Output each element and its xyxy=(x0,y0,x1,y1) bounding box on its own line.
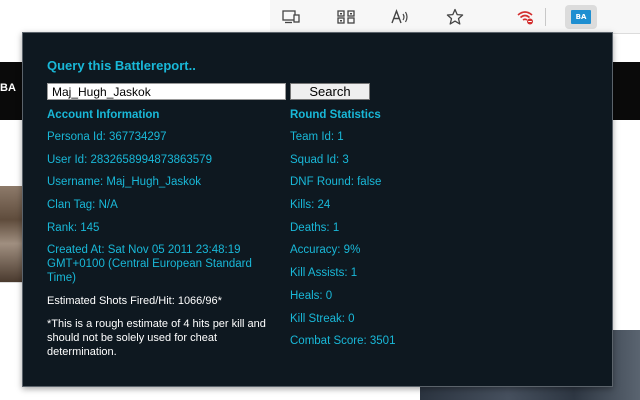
round-statistics-heading: Round Statistics xyxy=(290,109,381,121)
heals: Heals: 0 xyxy=(290,289,333,302)
battlereport-extension-icon[interactable]: BA xyxy=(565,5,597,29)
squad-id: Squad Id: 3 xyxy=(290,153,349,166)
dnf-round: DNF Round: false xyxy=(290,176,382,189)
deaths: Deaths: 1 xyxy=(290,221,340,234)
created-at: Created At: Sat Nov 05 2011 23:48:19 GMT… xyxy=(47,244,252,285)
kill-assists: Kill Assists: 1 xyxy=(290,267,358,280)
read-aloud-icon[interactable] xyxy=(387,5,413,29)
qr-code-icon[interactable] xyxy=(333,5,359,29)
cast-icon[interactable] xyxy=(278,5,304,29)
wifi-extension-icon[interactable] xyxy=(512,5,538,29)
toolbar-divider xyxy=(545,8,546,26)
kills: Kills: 24 xyxy=(290,199,331,212)
background-image-left xyxy=(0,186,22,282)
extension-badge: BA xyxy=(571,10,591,24)
persona-id: Persona Id: 367734297 xyxy=(47,131,167,143)
background-divider xyxy=(0,282,22,283)
estimated-shots: Estimated Shots Fired/Hit: 1066/96* xyxy=(47,295,222,308)
battlereport-popup: Query this Battlereport.. Search Account… xyxy=(22,32,613,387)
user-id: User Id: 2832658994873863579 xyxy=(47,153,212,166)
team-id: Team Id: 1 xyxy=(290,131,344,143)
account-information-column: Account Information Persona Id: 36773429… xyxy=(47,108,287,368)
account-information-heading: Account Information xyxy=(47,109,160,121)
search-input[interactable] xyxy=(47,83,286,100)
background-nav-fragment: BA xyxy=(0,82,16,94)
rank: Rank: 145 xyxy=(47,221,100,234)
username: Username: Maj_Hugh_Jaskok xyxy=(47,176,202,189)
round-statistics-column: Round Statistics Team Id: 1 Squad Id: 3 … xyxy=(290,108,590,357)
kill-streak: Kill Streak: 0 xyxy=(290,312,355,325)
clan-tag: Clan Tag: N/A xyxy=(47,199,118,212)
search-button[interactable]: Search xyxy=(290,83,370,100)
accuracy: Accuracy: 9% xyxy=(290,244,361,257)
favorite-star-icon[interactable] xyxy=(442,5,468,29)
browser-toolbar: BA xyxy=(0,0,640,34)
combat-score: Combat Score: 3501 xyxy=(290,335,396,348)
popup-title: Query this Battlereport.. xyxy=(47,58,196,73)
address-bar-area xyxy=(0,0,270,34)
estimate-disclaimer: *This is a rough estimate of 4 hits per … xyxy=(47,318,266,359)
